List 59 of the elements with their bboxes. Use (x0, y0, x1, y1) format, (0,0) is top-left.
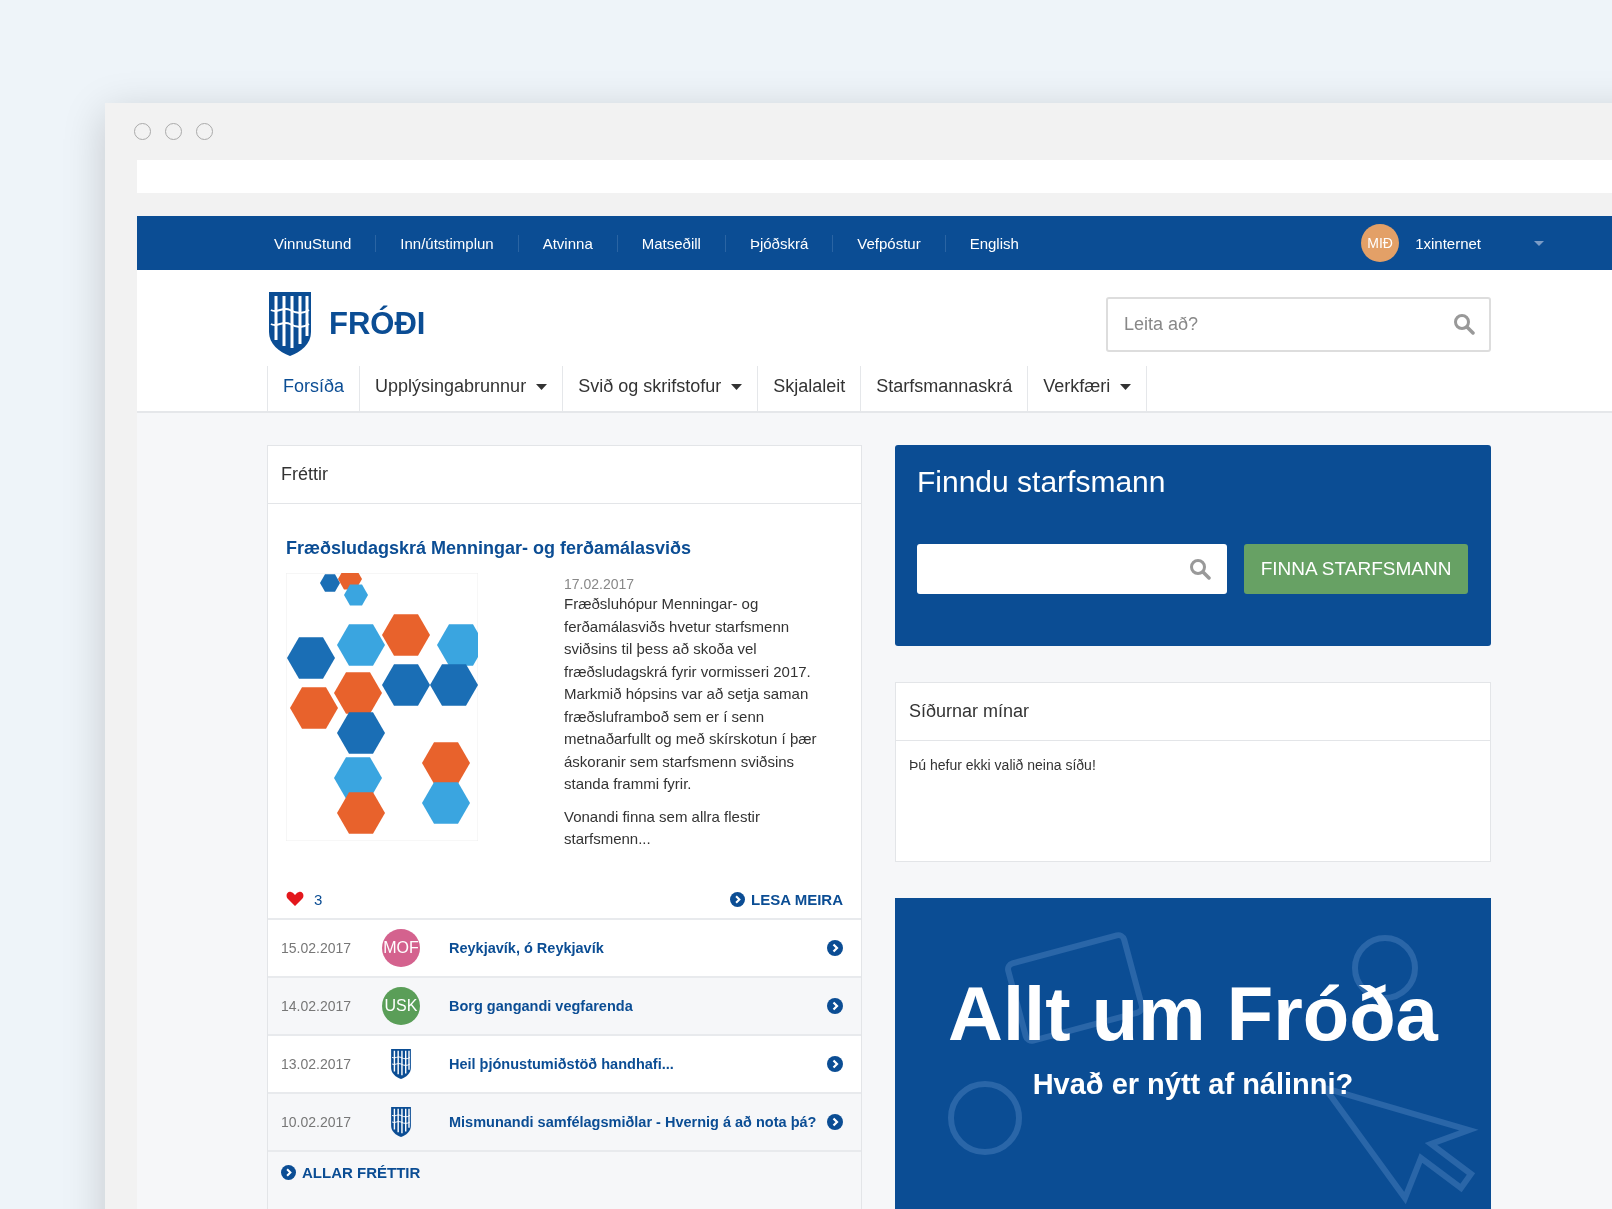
chevron-circle-icon[interactable] (827, 939, 843, 956)
news-title-link[interactable]: Heil þjónustumiðstöð handhafi... (449, 1055, 827, 1072)
news-paragraph: Fræðsluhópur Menningar- og ferðamálasviðs hvetur starfsmenn sviðsins til þess að skoða vel fræðsludagskrá fyrir vormisseri 2017. Markmið hópsins var að setja saman fræðsluframboð sem er í senn metnaðarfullt og með skírskotun í þær áskoranir sem starfsmenn sviðsins standa frammi fyrir. (564, 594, 818, 794)
news-list-row[interactable]: 14.02.2017 USK Borg gangandi vegfarenda (268, 975, 861, 1034)
chevron-circle-icon[interactable] (827, 1055, 843, 1072)
news-date: 13.02.2017 (281, 1055, 353, 1072)
search-icon[interactable] (1453, 312, 1475, 335)
banner-subtitle: Hvað er nýtt af nálinni? (1032, 1068, 1354, 1101)
caret-icon (536, 383, 548, 390)
shield-logo-icon[interactable] (267, 290, 313, 358)
nav-tab[interactable]: Upplýsingabrunnur (360, 366, 564, 411)
top-bar-link[interactable]: VinnuStund (250, 234, 376, 252)
chevron-circle-icon (281, 1164, 296, 1180)
news-date: 10.02.2017 (281, 1113, 353, 1130)
heart-icon[interactable] (286, 891, 304, 907)
caret-icon (1120, 383, 1132, 390)
hexagon-poster-drawing[interactable] (286, 573, 478, 841)
news-title-link[interactable]: Mismunandi samfélagsmiðlar - Hvernig á að nota þá? (449, 1113, 827, 1130)
nav-tab[interactable]: Starfsmannaskrá (861, 366, 1029, 411)
nav-tab[interactable]: Skjalaleit (758, 366, 862, 411)
news-date: 14.02.2017 (281, 997, 353, 1014)
news-date: 15.02.2017 (281, 939, 353, 956)
nav-tab[interactable]: Svið og skrifstofur (563, 366, 759, 411)
top-bar-link[interactable]: Vefpóstur (832, 234, 945, 252)
shield-logo-icon (390, 1047, 412, 1080)
nav-tab[interactable]: Verkfæri (1028, 366, 1148, 411)
read-more-link[interactable]: LESA MEIRA (730, 890, 843, 908)
top-bar-link[interactable]: Þjóðskrá (724, 234, 833, 252)
top-bar-link[interactable]: English (944, 234, 1043, 252)
news-title-link[interactable]: Reykjavík, ó Reykjavík (449, 939, 827, 956)
user-name[interactable]: 1xinternet (1415, 234, 1481, 252)
news-list-row[interactable]: 10.02.2017 Mismunandi samfélagsmiðlar - Hvernig á að nota þá? (268, 1091, 861, 1150)
search-field[interactable]: Leita að? (1106, 296, 1491, 352)
department-avatar: USK (382, 986, 420, 1025)
banner-title: Allt um Fróða (948, 976, 1438, 1052)
chevron-circle-icon[interactable] (827, 1113, 843, 1130)
shield-logo-icon (390, 1105, 412, 1138)
top-bar-link[interactable]: Atvinna (517, 234, 617, 252)
empty-message: Þú hefur ekki valið neina síðu! (908, 756, 1097, 775)
chevron-circle-icon[interactable] (827, 997, 843, 1014)
caret-icon[interactable] (1533, 239, 1545, 247)
news-paragraph: Vonandi finna sem allra flestir starfsmenn... (564, 806, 761, 849)
panel-title: Síðurnar mínar (896, 683, 1490, 741)
panel-title: Fréttir (268, 446, 861, 504)
search-icon (1189, 558, 1211, 580)
staff-search-field[interactable] (917, 544, 1227, 594)
top-bar-link[interactable]: Matseðill (616, 234, 725, 252)
panel-title: Finndu starfsmann (917, 465, 1167, 499)
nav-tab[interactable]: Forsíða (267, 366, 361, 411)
promo-banner[interactable]: Allt um Fróða Hvað er nýtt af nálinni? (895, 898, 1491, 1209)
caret-icon (731, 383, 743, 390)
site-logo-text[interactable]: FRÓÐI (329, 306, 426, 342)
news-title-link[interactable]: Borg gangandi vegfarenda (449, 997, 827, 1014)
news-headline-link[interactable]: Fræðsludagskrá Menningar- og ferðamálasviðs (286, 538, 843, 559)
news-date: 17.02.2017 (564, 575, 636, 593)
like-count: 3 (314, 890, 323, 908)
top-bar-link[interactable]: Inn/útstimplun (375, 234, 518, 252)
department-avatar: MOF (382, 928, 420, 967)
chevron-circle-icon (730, 891, 746, 907)
